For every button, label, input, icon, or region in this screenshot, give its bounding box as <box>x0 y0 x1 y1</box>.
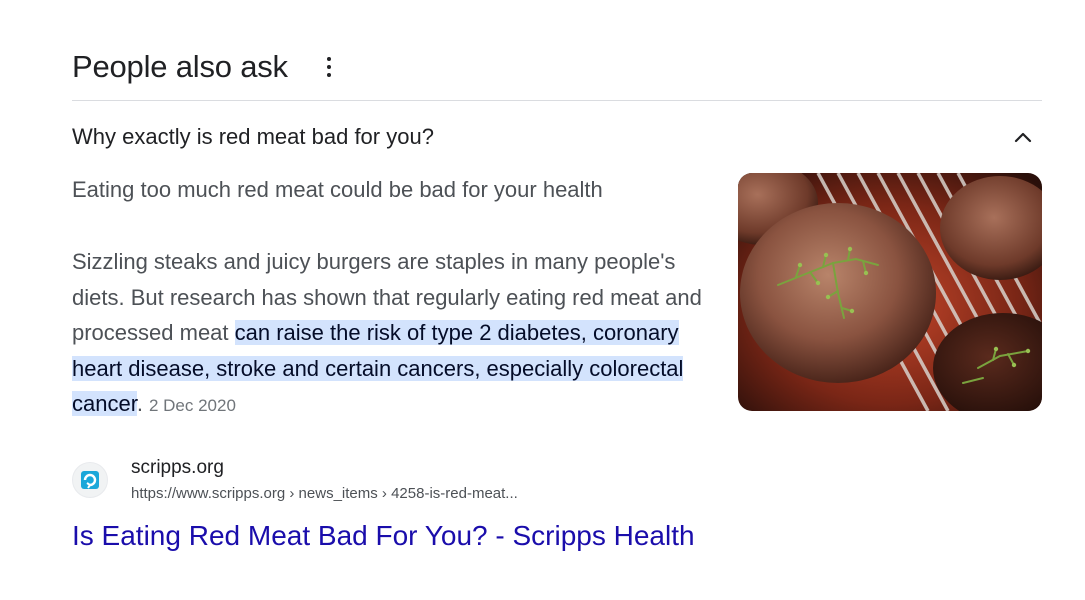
answer-thumbnail-image[interactable] <box>738 173 1042 411</box>
burger-grill-photo <box>738 173 1042 411</box>
scripps-favicon <box>72 462 108 498</box>
more-vert-icon[interactable] <box>322 54 336 80</box>
answer-body: Sizzling steaks and juicy burgers are st… <box>72 244 722 424</box>
source-url[interactable]: https://www.scripps.org › news_items › 4… <box>131 484 518 504</box>
question-toggle[interactable]: Why exactly is red meat bad for you? <box>72 116 1042 156</box>
chevron-up-icon[interactable] <box>1012 126 1034 148</box>
source-site-name: scripps.org <box>131 457 224 478</box>
answer-heading: Eating too much red meat could be bad fo… <box>72 177 603 202</box>
question-text: Why exactly is red meat bad for you? <box>72 124 434 149</box>
result-title-link[interactable]: Is Eating Red Meat Bad For You? - Scripp… <box>72 516 695 556</box>
scripps-logo-icon <box>81 471 99 489</box>
paa-title: People also ask <box>72 49 288 84</box>
result-source[interactable]: scripps.org https://www.scripps.org › ne… <box>72 456 772 506</box>
answer-end: . <box>136 391 143 417</box>
answer-date: 2 Dec 2020 <box>148 396 236 416</box>
paa-header: People also ask <box>72 44 1042 101</box>
